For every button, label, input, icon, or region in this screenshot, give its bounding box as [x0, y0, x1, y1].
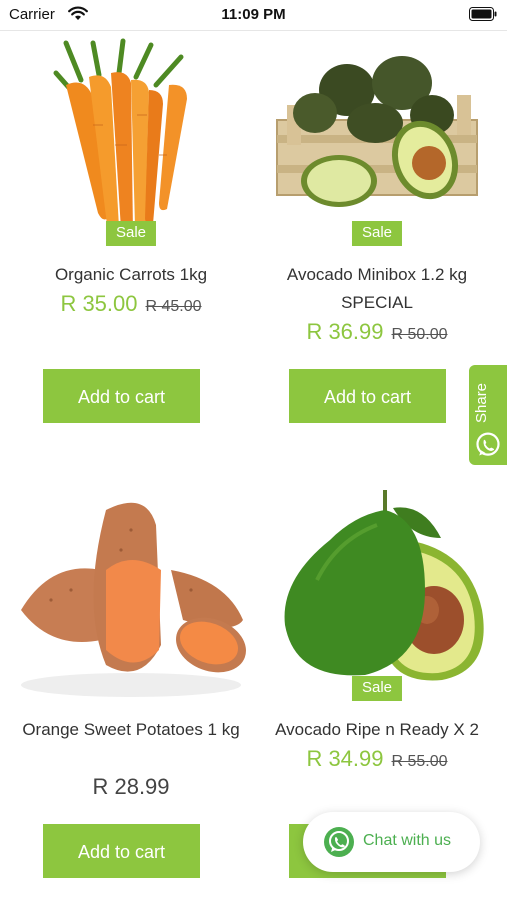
chat-widget[interactable]: Chat with us: [303, 812, 480, 872]
whatsapp-icon: [476, 432, 500, 456]
product-image[interactable]: Sale: [257, 490, 497, 701]
status-bar: Carrier 11:09 PM: [0, 0, 507, 31]
add-to-cart-button[interactable]: Add to cart: [43, 824, 200, 878]
avocado-box-image: [276, 56, 478, 207]
sale-price: R 34.99: [306, 746, 384, 771]
product-image[interactable]: Sale: [11, 35, 251, 246]
product-image[interactable]: [11, 490, 251, 700]
product-card[interactable]: Sale Avocado Minibox 1.2 kg SPECIAL R 36…: [257, 35, 497, 435]
product-image[interactable]: Sale: [257, 35, 497, 246]
add-to-cart-button[interactable]: Add to cart: [289, 369, 446, 423]
original-price: R 50.00: [391, 326, 448, 343]
sale-price: R 36.99: [306, 319, 384, 344]
clock: 11:09 PM: [221, 6, 286, 23]
sale-badge: Sale: [351, 676, 403, 701]
product-name[interactable]: Orange Sweet Potatoes 1 kg: [11, 716, 251, 744]
sweet-potatoes-image: [21, 502, 246, 697]
whatsapp-icon: [324, 827, 354, 857]
sale-price: R 35.00: [60, 291, 138, 316]
add-to-cart-button[interactable]: Add to cart: [43, 369, 200, 423]
sale-badge: Sale: [105, 221, 157, 246]
price-row: R 34.99 R 55.00: [257, 746, 497, 772]
chat-label: Chat with us: [363, 832, 452, 849]
battery-icon: [469, 7, 497, 21]
share-tab[interactable]: Share: [469, 365, 507, 465]
price-row: R 35.00 R 45.00: [11, 291, 251, 317]
price-row: R 28.99: [11, 774, 251, 800]
price-row: R 36.99 R 50.00: [257, 319, 497, 345]
share-label: Share: [473, 382, 490, 424]
price: R 28.99: [92, 774, 170, 799]
carrots-image: [53, 38, 187, 236]
original-price: R 55.00: [391, 753, 448, 770]
sale-badge: Sale: [351, 221, 403, 246]
product-name[interactable]: Avocado Ripe n Ready X 2: [257, 716, 497, 744]
product-card[interactable]: Orange Sweet Potatoes 1 kg R 28.99 Add t…: [11, 490, 251, 890]
product-name[interactable]: Avocado Minibox 1.2 kg SPECIAL: [257, 261, 497, 317]
product-card[interactable]: Sale Organic Carrots 1kg R 35.00 R 45.00 …: [11, 35, 251, 435]
product-name[interactable]: Organic Carrots 1kg: [11, 261, 251, 289]
original-price: R 45.00: [145, 298, 202, 315]
avocado-halves-image: [284, 490, 484, 681]
